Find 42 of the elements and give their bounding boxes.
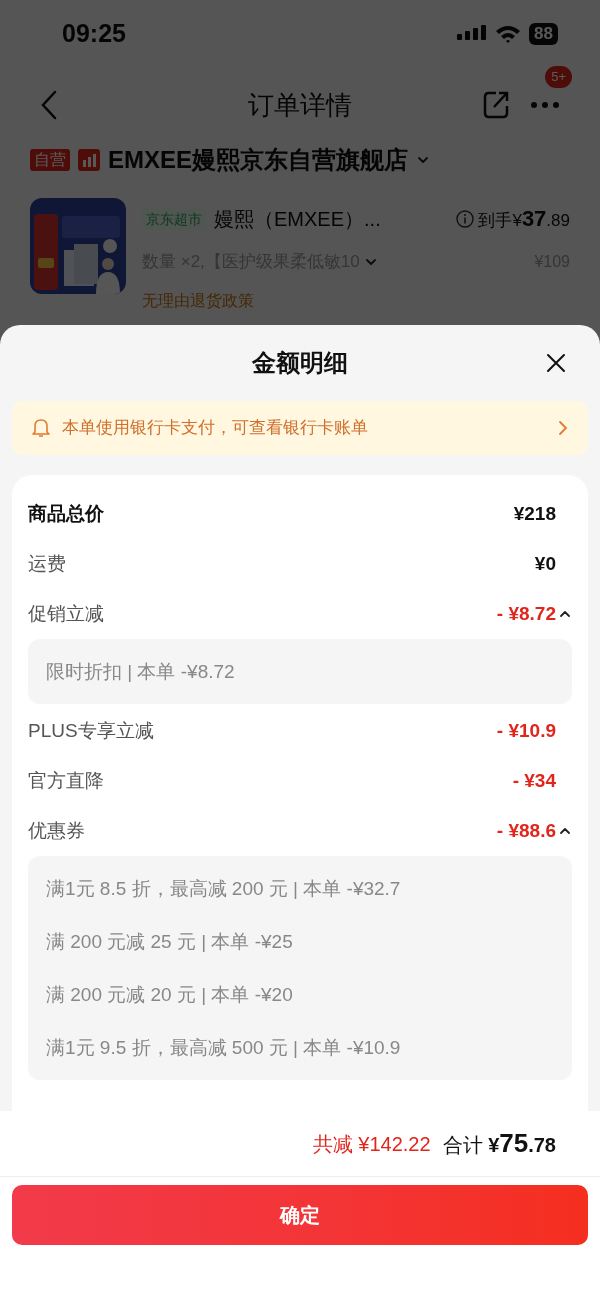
battery-indicator: 88 [529, 23, 558, 45]
page-title: 订单详情 [248, 88, 352, 122]
saved-amount: 共减 ¥142.22 [312, 1131, 431, 1157]
channel-tag: 京东超市 [142, 207, 206, 230]
row-amount: - ¥34 [512, 768, 556, 793]
chevron-right-icon [558, 420, 568, 436]
notice-text: 本单使用银行卡支付，可查看银行卡账单 [62, 417, 369, 440]
close-icon[interactable] [546, 353, 566, 373]
store-tag: 自营 [30, 149, 70, 171]
row-label: 运费 [28, 551, 66, 576]
detail-text: 满1元 9.5 折，最高减 500 元 | 本单 -¥10.9 [46, 1036, 402, 1060]
detail-text: 满 200 元减 20 元 | 本单 -¥20 [46, 983, 294, 1007]
row-label: 促销立减 [28, 601, 104, 626]
row-amount: ¥218 [513, 501, 556, 526]
row-amount: - ¥8.72 [496, 601, 556, 626]
detail-text: 满1元 8.5 折，最高减 200 元 | 本单 -¥32.7 [46, 877, 402, 901]
row-amount: ¥0 [534, 551, 556, 576]
row-label: PLUS专享立减 [28, 718, 154, 743]
share-icon[interactable] [482, 90, 510, 120]
final-price: 到手¥37.89 [478, 205, 570, 233]
status-time: 09:25 [62, 18, 126, 50]
wifi-icon [495, 24, 522, 44]
sheet-title: 金额明细 [252, 348, 348, 378]
product-name[interactable]: 嫚熙（EMXEE）... [214, 203, 381, 234]
row-label: 商品总价 [28, 501, 104, 526]
row-amount: - ¥88.6 [496, 818, 556, 843]
row-label: 官方直降 [28, 768, 104, 793]
return-policy: 无理由退货政策 [142, 290, 255, 311]
back-icon[interactable] [40, 90, 58, 120]
payment-notice[interactable]: 本单使用银行卡支付，可查看银行卡账单 [12, 401, 588, 455]
notification-badge: 5+ [545, 66, 572, 88]
total-amount: 合计 ¥75.78 [442, 1127, 556, 1160]
detail-text: 限时折扣 | 本单 -¥8.72 [46, 660, 236, 684]
store-name[interactable]: EMXEE嫚熙京东自营旗舰店 [108, 142, 409, 178]
row-label: 优惠券 [28, 818, 85, 843]
more-icon[interactable] [530, 101, 560, 109]
row-amount: - ¥10.9 [496, 718, 556, 743]
bell-icon [32, 418, 50, 438]
chart-icon [78, 149, 100, 171]
detail-text: 满 200 元减 25 元 | 本单 -¥25 [46, 930, 294, 954]
confirm-button[interactable]: 确定 [12, 1185, 588, 1245]
info-icon[interactable] [456, 209, 475, 228]
